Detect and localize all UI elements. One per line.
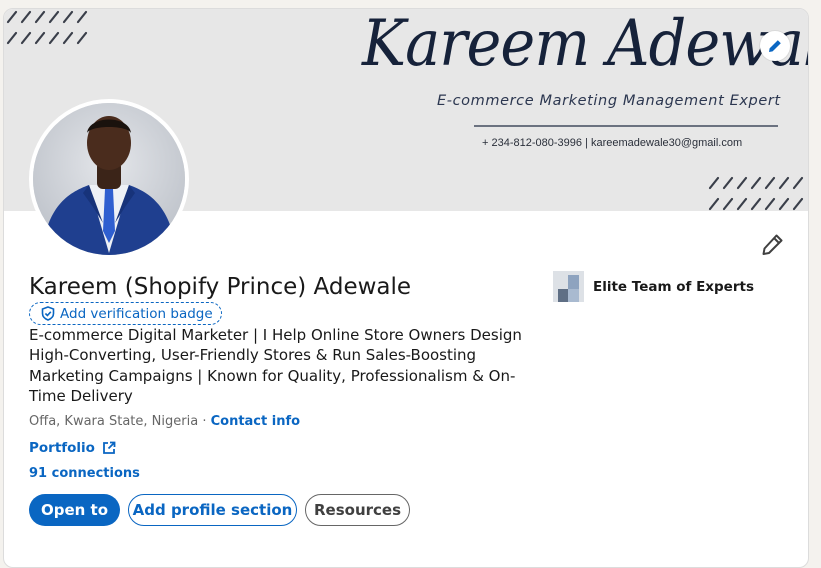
add-profile-section-button[interactable]: Add profile section (128, 494, 297, 526)
company-name: Elite Team of Experts (593, 278, 754, 295)
edit-banner-button[interactable] (760, 31, 790, 61)
pencil-icon (762, 234, 783, 255)
profile-avatar[interactable] (29, 99, 189, 259)
profile-headline: E-commerce Digital Marketer | I Help Onl… (29, 326, 522, 405)
company-logo (553, 271, 584, 302)
contact-info-link[interactable]: Contact info (211, 414, 300, 429)
banner-hatch-bottom-right (708, 176, 804, 211)
edit-intro-button[interactable] (760, 231, 786, 257)
verification-label: Add verification badge (60, 305, 213, 322)
location-text: Offa, Kwara State, Nigeria (29, 414, 199, 429)
portfolio-label: Portfolio (29, 440, 95, 456)
resources-button[interactable]: Resources (305, 494, 410, 526)
profile-location-row: Offa, Kwara State, Nigeria · Contact inf… (29, 414, 300, 429)
current-company[interactable]: Elite Team of Experts (553, 271, 754, 302)
profile-card: Kareem Adewale E-commerce Marketing Mana… (3, 8, 809, 568)
shield-check-icon (41, 306, 55, 321)
pencil-icon (769, 40, 781, 52)
avatar-photo (33, 103, 185, 255)
location-separator: · (202, 414, 207, 429)
profile-name: Kareem (Shopify Prince) Adewale (29, 274, 412, 300)
banner-name: Kareem Adewale (362, 9, 809, 81)
banner-divider (474, 125, 778, 127)
add-verification-badge-button[interactable]: Add verification badge (29, 302, 222, 325)
external-link-icon (103, 441, 116, 454)
banner-contact: + 234-812-080-3996 | kareemadewale30@gma… (482, 137, 743, 149)
open-to-button[interactable]: Open to (29, 494, 120, 526)
connections-link[interactable]: 91 connections (29, 466, 140, 481)
portfolio-link[interactable]: Portfolio (29, 440, 116, 456)
banner-hatch-top-left (6, 10, 88, 45)
banner-subtitle: E-commerce Marketing Management Expert (437, 93, 781, 109)
